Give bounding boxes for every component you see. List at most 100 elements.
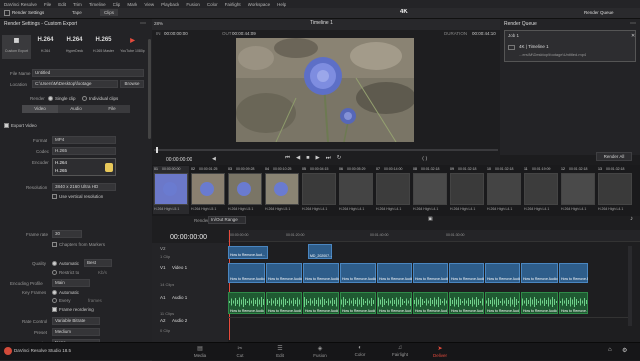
page-fusion[interactable]: ◈ Fusion <box>305 345 335 358</box>
clip-thumbnail-item[interactable]: 09 00:01:32:18 H.264 High L4.1 <box>449 166 485 214</box>
timeline-clip-v1[interactable]: How to Remove Audio Noise in DaVinci Res… <box>559 263 588 283</box>
timeline-clip-a1[interactable]: How to Remove Audio Noise in DaVinci Res… <box>228 292 265 314</box>
clip-thumbnail-item[interactable]: 01 00:00:00:00 H.264 High L5.1 <box>153 166 189 214</box>
loop-icon[interactable]: ↻ <box>337 155 342 162</box>
quality-select[interactable]: Best <box>84 259 112 267</box>
close-icon[interactable]: ✕ <box>631 33 635 39</box>
location-input[interactable]: C:\Users\M\Desktop\footage <box>32 80 118 88</box>
menu-item[interactable]: Help <box>277 2 286 7</box>
clip-thumbnail-item[interactable]: 03 00:00:09:28 H.264 High L5.1 <box>227 166 263 214</box>
preset-item[interactable]: H.264 H.264 <box>31 35 60 59</box>
timeline-clip-v2[interactable]: How to Remove Aud... <box>228 246 268 259</box>
preset-item[interactable]: H.265 H.265 Master <box>89 35 118 59</box>
timeline-clip-a1[interactable]: How to Remove Audio Noise in DaVinci Res… <box>485 292 520 314</box>
timeline-tool-icon[interactable]: ▣ <box>428 216 433 222</box>
prev-frame-icon[interactable]: ◀ <box>296 155 300 162</box>
encoder-option[interactable]: H.265 <box>55 168 67 173</box>
tab-video[interactable]: Video <box>22 105 58 113</box>
timeline-clip-a1[interactable]: How to Remove Audio Noise in DaVinci Res… <box>303 292 339 314</box>
timeline-clip-v1[interactable]: How to Remove Audio Noise in DaVinci Res… <box>413 263 448 283</box>
menu-item[interactable]: Playback <box>161 2 179 7</box>
menu-item[interactable]: Mark <box>127 2 137 7</box>
browse-button[interactable]: Browse <box>120 80 144 88</box>
more-options-icon[interactable]: ⋯ <box>140 20 146 27</box>
audio-icon[interactable]: ◀ <box>212 156 216 162</box>
timeline-name[interactable]: Timeline 1 <box>310 20 333 26</box>
chapters-checkbox[interactable] <box>52 242 57 247</box>
clip-thumbnail-item[interactable]: 10 00:01:32:18 H.264 High L4.1 <box>486 166 522 214</box>
frame-reordering-checkbox[interactable] <box>52 307 57 312</box>
tape-button[interactable]: Tape <box>72 10 82 15</box>
frame-rate-select[interactable]: 30 <box>52 230 82 238</box>
mark-icons[interactable]: ⟨ ⟩ <box>422 156 427 162</box>
menu-item[interactable]: Timeline <box>89 2 106 7</box>
timeline-clip-v1[interactable]: How to Remove Audio Noise in DaVinci Res… <box>266 263 302 283</box>
menu-item[interactable]: Clip <box>113 2 121 7</box>
menu-item[interactable]: Fusion <box>186 2 200 7</box>
export-video-checkbox[interactable] <box>4 123 9 128</box>
queue-options-icon[interactable]: ⋯ <box>630 20 636 27</box>
clip-thumbnail-item[interactable]: 13 00:01:32:18 H.264 High L4.1 <box>597 166 633 214</box>
audio-meter-icon[interactable]: ♪ <box>630 216 633 222</box>
timeline-clip-v1[interactable]: How to Remove Audio Noise in DaVinci Res… <box>340 263 376 283</box>
clips-button[interactable]: Clips <box>100 9 119 16</box>
render-job[interactable]: Job 1 ✕ 4K | Timeline 1 ...ers\M\Desktop… <box>504 30 636 62</box>
timeline-clip-v1[interactable]: How to Remove Audio Noise in DaVinci Res… <box>449 263 484 283</box>
encoder-dropdown[interactable]: H.264 H.265 <box>52 158 116 176</box>
tab-file[interactable]: File <box>94 105 130 113</box>
zoom-level[interactable]: 28% <box>154 21 163 26</box>
timeline-clip-v1[interactable]: How to Remove Audio Noise in DaVinci Res… <box>303 263 339 283</box>
play-icon[interactable]: ▶ <box>316 155 320 162</box>
timeline-clip-a1[interactable]: How to Remove Audio Noise in DaVinci Res… <box>340 292 376 314</box>
clip-thumbnail-item[interactable]: 04 00:00:10:25 H.264 High L5.1 <box>264 166 300 214</box>
clip-thumbnail-item[interactable]: 06 00:00:05:29 H.264 High L4.1 <box>338 166 374 214</box>
scrubber[interactable] <box>154 149 498 151</box>
menu-item[interactable]: Trim <box>73 2 82 7</box>
clip-thumbnail-item[interactable]: 08 00:01:32:18 H.264 High L4.1 <box>412 166 448 214</box>
timeline-ruler[interactable]: 00:00:00:00 00:01:20:00 00:01:40:00 00:0… <box>228 230 640 242</box>
layout-icon[interactable] <box>4 10 10 16</box>
preset-item[interactable]: ▶ YouTube 1080p <box>118 35 147 59</box>
render-settings-button[interactable]: Render Settings <box>12 10 44 15</box>
timeline-clip-a1[interactable]: How to Remove Audio Noise in DaVinci Res… <box>521 292 558 314</box>
preset-item[interactable]: ▦ Custom Export <box>2 35 31 59</box>
stop-icon[interactable]: ■ <box>306 155 309 162</box>
key-frames-auto-radio[interactable] <box>52 290 57 295</box>
settings-icon[interactable]: ⚙ <box>622 347 627 354</box>
render-range-select[interactable]: In/Out Range <box>208 216 246 224</box>
menu-item[interactable]: Workspace <box>248 2 270 7</box>
preset-select[interactable]: Medium <box>52 328 100 336</box>
timeline-scrollbar[interactable] <box>628 246 632 326</box>
restrict-radio[interactable] <box>52 270 57 275</box>
menu-item[interactable]: View <box>144 2 154 7</box>
menu-item[interactable]: Edit <box>58 2 66 7</box>
file-name-input[interactable]: Untitled <box>32 69 144 77</box>
timeline-clip-v2[interactable]: MD_202007... <box>308 244 332 259</box>
clip-thumbnail-item[interactable]: 02 00:00:01:25 H.264 High L5.1 <box>190 166 226 214</box>
panel-scrollbar[interactable] <box>148 39 151 139</box>
menu-item[interactable]: Color <box>207 2 218 7</box>
clip-thumbnail-item[interactable]: 07 00:00:14:00 H.264 High L4.1 <box>375 166 411 214</box>
preset-item[interactable]: H.264 HyperDeck <box>60 35 89 59</box>
timeline-clip-a1[interactable]: How to Remove Audio Noise in DaVinci Res… <box>377 292 412 314</box>
rate-control-select[interactable]: Variable Bitrate <box>52 317 100 325</box>
page-edit[interactable]: ☰ Edit <box>265 345 295 358</box>
page-deliver[interactable]: ➤ Deliver <box>425 345 455 358</box>
first-frame-icon[interactable]: ⏮ <box>285 155 290 162</box>
timeline-clip-a1[interactable]: How to Remove Audio Noise in DaVinci Res… <box>559 292 588 314</box>
menu-item[interactable]: DaVinci Resolve <box>4 2 37 7</box>
timeline-clip-v1[interactable]: How to Remove Audio Noise in DaVinci Res… <box>521 263 558 283</box>
clip-thumbnail-item[interactable]: 11 00:01:19:09 H.264 High L4.1 <box>523 166 559 214</box>
quality-auto-radio[interactable] <box>52 261 57 266</box>
page-cut[interactable]: ✂ Cut <box>225 345 255 358</box>
timeline-clip-a1[interactable]: How to Remove Audio Noise in DaVinci Res… <box>449 292 484 314</box>
page-fairlight[interactable]: ♫ Fairlight <box>385 345 415 358</box>
timeline-clip-a1[interactable]: How to Remove Audio Noise in DaVinci Res… <box>413 292 448 314</box>
key-frames-every-radio[interactable] <box>52 298 57 303</box>
timeline-clip-v1[interactable]: How to Remove Audio Noise in DaVinci Res… <box>485 263 520 283</box>
page-color[interactable]: ◐ Color <box>345 345 375 358</box>
page-media[interactable]: ▤ Media <box>185 345 215 358</box>
encoding-profile-select[interactable]: Main <box>52 279 90 287</box>
clip-thumbnail-item[interactable]: 05 00:00:04:15 H.264 High L4.1 <box>301 166 337 214</box>
menu-item[interactable]: File <box>44 2 51 7</box>
